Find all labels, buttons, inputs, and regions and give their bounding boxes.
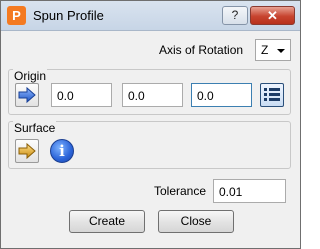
window-title: Spun Profile xyxy=(33,8,104,23)
axis-of-rotation-label: Axis of Rotation xyxy=(159,43,244,57)
origin-y-input[interactable]: 0.0 xyxy=(122,83,183,107)
origin-group: Origin 0.0 0.0 0.0 xyxy=(8,69,291,115)
close-window-button[interactable]: ✕ xyxy=(250,6,295,25)
dialog-body: Axis of Rotation Z Origin 0.0 0.0 0.0 Su… xyxy=(6,32,295,244)
chevron-down-icon xyxy=(277,49,285,53)
create-button[interactable]: Create xyxy=(69,210,145,233)
surface-legend: Surface xyxy=(13,121,57,135)
spun-profile-dialog: P Spun Profile ? ✕ Axis of Rotation Z Or… xyxy=(0,0,301,249)
origin-z-input[interactable]: 0.0 xyxy=(191,83,252,107)
info-icon[interactable]: i xyxy=(50,139,74,163)
axis-value: Z xyxy=(261,43,269,57)
blue-arrow-icon xyxy=(18,86,36,104)
list-edit-icon xyxy=(264,88,280,101)
title-bar[interactable]: P Spun Profile ? ✕ xyxy=(1,1,300,31)
origin-pick-button[interactable] xyxy=(15,83,39,107)
surface-pick-button[interactable] xyxy=(15,139,39,163)
help-button[interactable]: ? xyxy=(222,6,248,25)
tolerance-input[interactable]: 0.01 xyxy=(213,179,286,203)
origin-list-button[interactable] xyxy=(260,83,284,107)
axis-of-rotation-select[interactable]: Z xyxy=(255,39,291,61)
yellow-arrow-icon xyxy=(18,142,36,160)
tolerance-label: Tolerance xyxy=(154,184,207,198)
close-button[interactable]: Close xyxy=(158,210,234,233)
surface-group: Surface i xyxy=(8,121,291,169)
app-icon: P xyxy=(7,6,26,25)
origin-legend: Origin xyxy=(13,69,48,83)
origin-x-input[interactable]: 0.0 xyxy=(51,83,112,107)
